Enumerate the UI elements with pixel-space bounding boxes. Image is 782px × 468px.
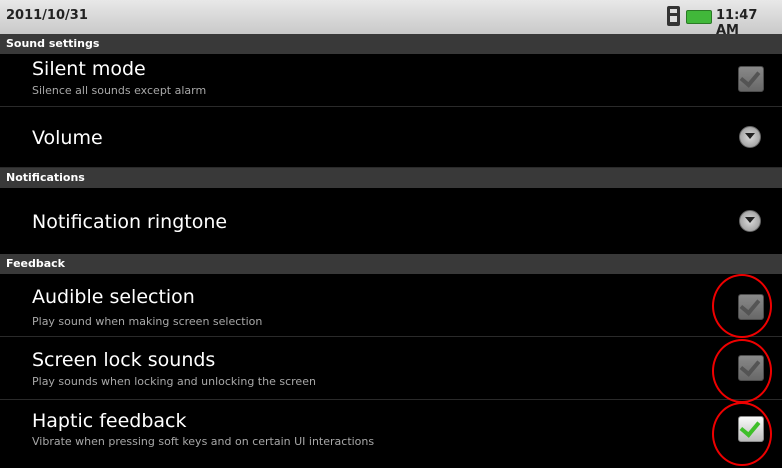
pref-title: Screen lock sounds (32, 349, 216, 371)
highlight-circle (712, 339, 772, 403)
highlight-circle (712, 274, 772, 338)
pref-summary: Vibrate when pressing soft keys and on c… (32, 435, 375, 448)
status-bar: 2011/10/31 11:47 AM (0, 0, 782, 38)
chevron-down-icon[interactable] (739, 210, 761, 232)
pref-volume[interactable]: Volume (0, 107, 782, 168)
pref-title: Notification ringtone (32, 211, 228, 233)
pref-haptic-feedback[interactable]: Haptic feedback Vibrate when pressing so… (0, 400, 782, 468)
section-header-sound-settings: Sound settings (0, 34, 782, 54)
pref-title: Haptic feedback (32, 410, 187, 432)
highlight-circle (712, 402, 772, 466)
pref-screen-lock-sounds[interactable]: Screen lock sounds Play sounds when lock… (0, 337, 782, 400)
checkmark-icon (739, 66, 761, 88)
battery-icon (686, 10, 712, 24)
pref-audible-selection[interactable]: Audible selection Play sound when making… (0, 274, 782, 337)
section-header-feedback: Feedback (0, 254, 782, 274)
status-date: 2011/10/31 (6, 8, 88, 23)
pref-title: Volume (32, 127, 103, 149)
silent-mode-checkbox[interactable] (738, 66, 764, 92)
sim-icon (667, 6, 680, 26)
pref-title: Silent mode (32, 58, 146, 80)
pref-summary: Play sounds when locking and unlocking t… (32, 375, 316, 388)
pref-summary: Play sound when making screen selection (32, 315, 263, 328)
chevron-down-icon[interactable] (739, 126, 761, 148)
pref-summary: Silence all sounds except alarm (32, 84, 207, 97)
pref-silent-mode[interactable]: Silent mode Silence all sounds except al… (0, 54, 782, 107)
pref-notification-ringtone[interactable]: Notification ringtone (0, 188, 782, 255)
section-header-notifications: Notifications (0, 168, 782, 188)
pref-title: Audible selection (32, 286, 195, 308)
